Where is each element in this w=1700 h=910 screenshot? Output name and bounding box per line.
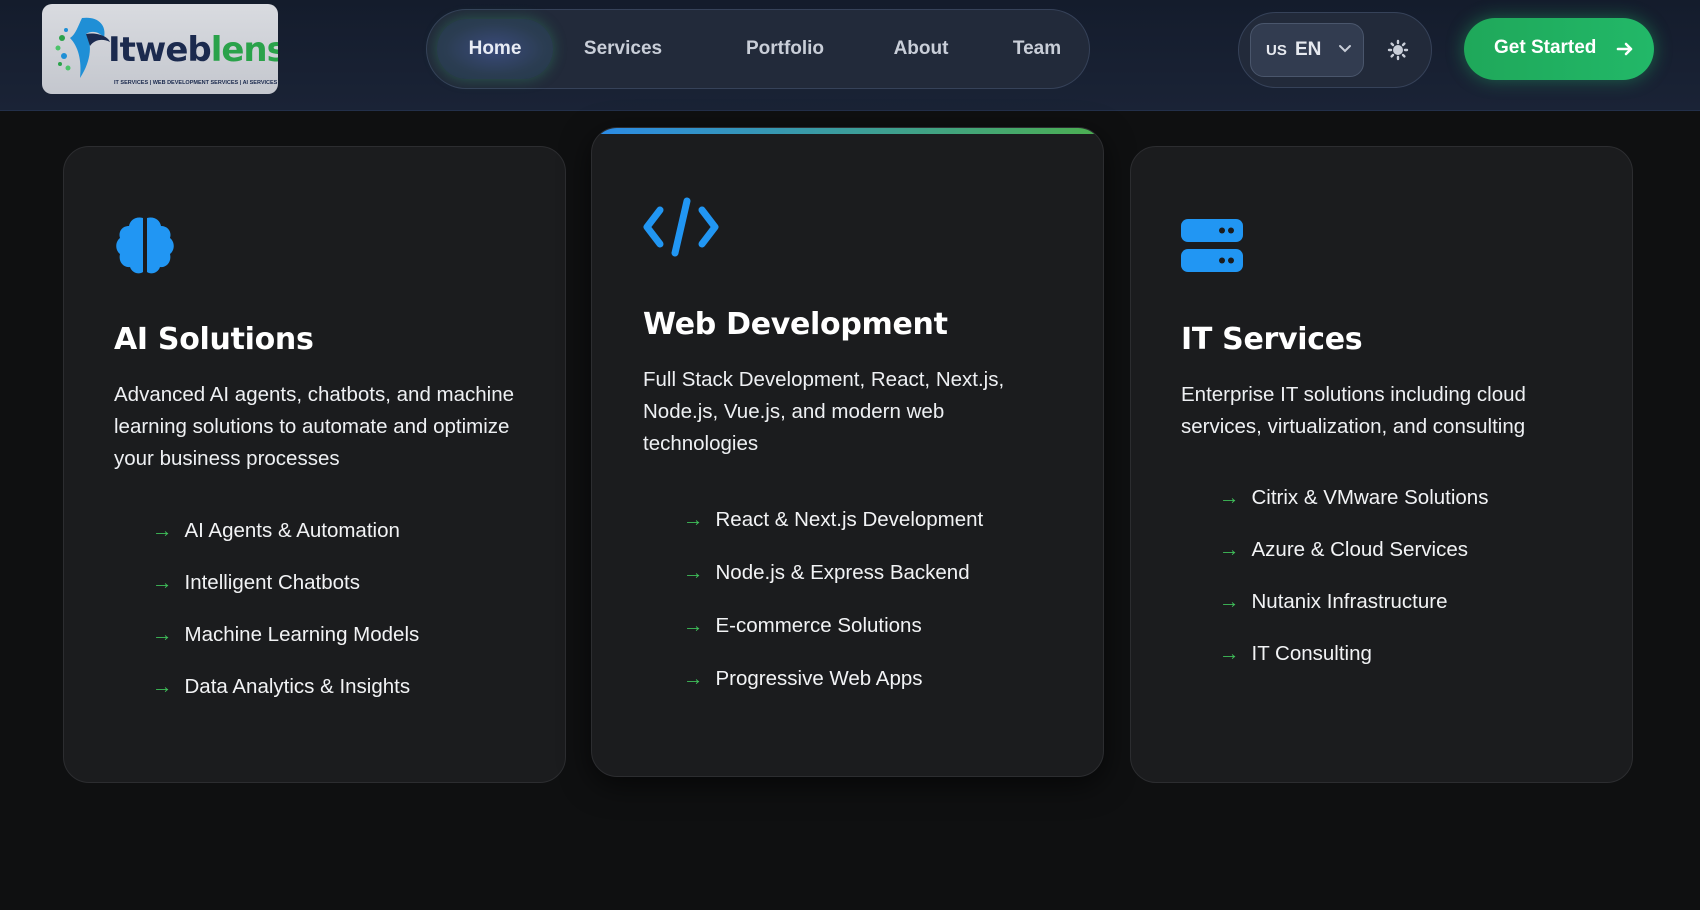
flag-icon: US [1266, 42, 1287, 59]
feature-item: → Progressive Web Apps [683, 667, 923, 690]
card-accent-bar [592, 128, 1103, 134]
nav-portfolio[interactable]: Portfolio [725, 19, 845, 79]
service-card-web[interactable]: Web Development Full Stack Development, … [591, 127, 1104, 777]
card-description: Advanced AI agents, chatbots, and machin… [114, 383, 515, 470]
feature-item: → Data Analytics & Insights [152, 675, 411, 698]
sun-icon[interactable] [1387, 39, 1409, 61]
logo-wordmark: Itweblens [108, 30, 278, 70]
brain-icon [116, 217, 174, 274]
get-started-button[interactable]: Get Started [1464, 18, 1654, 80]
feature-item: → Azure & Cloud Services [1219, 538, 1468, 561]
feature-item: → Citrix & VMware Solutions [1219, 486, 1489, 509]
site-header: Itweblens IT SERVICES | WEB DEVELOPMENT … [0, 0, 1700, 111]
service-card-ai[interactable]: AI Solutions Advanced AI agents, chatbot… [63, 146, 566, 783]
feature-item: → AI Agents & Automation [152, 519, 400, 542]
nav-about[interactable]: About [867, 19, 975, 79]
card-description: Enterprise IT solutions including cloud … [1181, 383, 1526, 438]
feature-item: → Machine Learning Models [152, 623, 420, 646]
arrow-right-icon [1616, 42, 1633, 56]
card-title: IT Services [1181, 322, 1363, 357]
nav-team[interactable]: Team [993, 19, 1081, 79]
feature-item: → Node.js & Express Backend [683, 561, 970, 584]
nav-services[interactable]: Services [575, 19, 671, 79]
site-logo[interactable]: Itweblens IT SERVICES | WEB DEVELOPMENT … [42, 4, 278, 94]
card-description: Full Stack Development, React, Next.js, … [643, 368, 1005, 455]
settings-group: US EN [1238, 12, 1432, 88]
nav-home[interactable]: Home [437, 19, 553, 79]
feature-item: → Intelligent Chatbots [152, 571, 361, 594]
feature-item: → Nutanix Infrastructure [1219, 590, 1448, 613]
feature-item: → React & Next.js Development [683, 508, 984, 531]
feature-item: → IT Consulting [1219, 642, 1372, 665]
logo-tagline: IT SERVICES | WEB DEVELOPMENT SERVICES |… [114, 80, 278, 86]
bird-logo-icon [55, 17, 110, 78]
code-icon [643, 197, 719, 257]
feature-item: → E-commerce Solutions [683, 614, 922, 637]
server-icon [1181, 219, 1243, 272]
main-nav: Home Services Portfolio About Team [426, 9, 1090, 89]
language-selector[interactable]: US EN [1250, 23, 1364, 77]
get-started-label: Get Started [1494, 37, 1597, 58]
card-title: AI Solutions [114, 322, 314, 357]
language-code: EN [1295, 39, 1322, 60]
card-title: Web Development [643, 307, 948, 342]
service-card-it[interactable]: IT Services Enterprise IT solutions incl… [1130, 146, 1633, 783]
chevron-down-icon [1339, 45, 1351, 53]
